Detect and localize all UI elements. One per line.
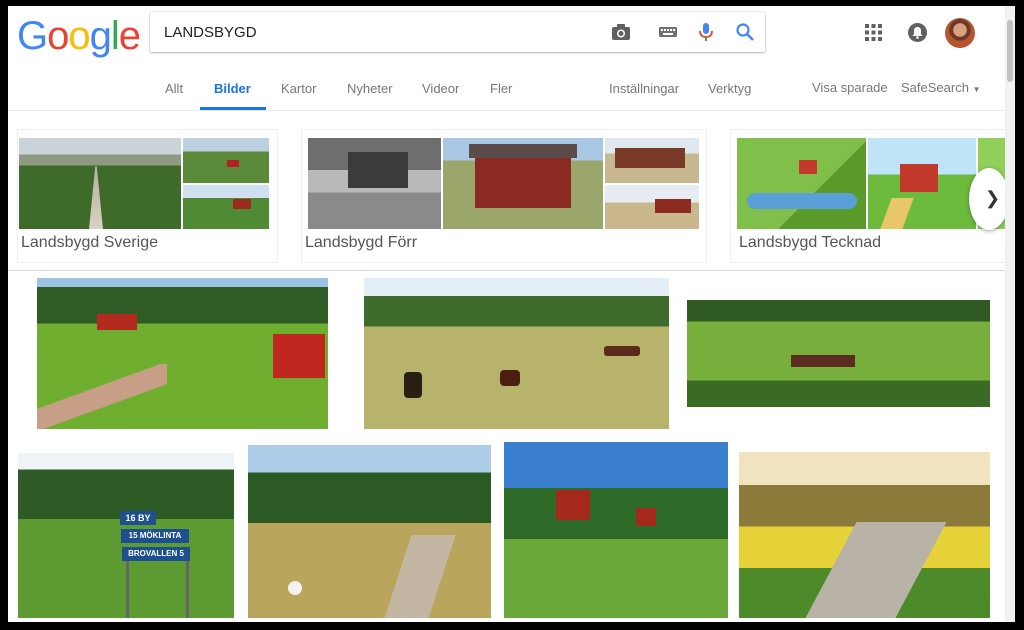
logo-letter: l xyxy=(110,14,120,58)
suggestion-card[interactable]: Landsbygd Sverige xyxy=(18,130,277,262)
tab-images[interactable]: Bilder xyxy=(214,81,251,96)
red-house xyxy=(475,152,571,208)
logo-letter: g xyxy=(89,14,112,58)
divider xyxy=(8,270,1005,271)
search-nav: Allt Bilder Kartor Nyheter Videor Fler I… xyxy=(8,70,1005,111)
image-result[interactable] xyxy=(248,445,491,618)
image-result[interactable] xyxy=(364,278,669,429)
search-icon[interactable] xyxy=(735,22,755,42)
mic-icon[interactable] xyxy=(696,22,716,42)
settings-link[interactable]: Inställningar xyxy=(609,81,679,96)
tab-more[interactable]: Fler xyxy=(490,81,512,96)
suggestion-image xyxy=(19,138,181,229)
next-suggestions-button[interactable]: ❯ xyxy=(969,168,1009,230)
logo-letter: o xyxy=(68,14,90,58)
image-result[interactable] xyxy=(687,300,990,407)
suggestion-image xyxy=(868,138,976,229)
horse-shape xyxy=(604,346,640,356)
barn-shape xyxy=(900,164,938,192)
logo-letter: G xyxy=(17,14,48,58)
red-house xyxy=(233,199,251,209)
chevron-down-icon: ▼ xyxy=(972,85,981,94)
road-sign: 16 BY xyxy=(120,511,156,525)
red-house xyxy=(636,508,656,526)
saved-link[interactable]: Visa sparade xyxy=(812,80,888,95)
suggestion-image xyxy=(183,185,269,229)
notifications-icon[interactable] xyxy=(908,23,927,42)
suggestion-image xyxy=(443,138,603,229)
suggestion-image xyxy=(737,138,866,229)
sign-post xyxy=(186,561,189,618)
road-shape xyxy=(805,522,947,618)
roof-shape xyxy=(469,144,577,158)
road-shape xyxy=(384,535,456,618)
suggestion-image xyxy=(308,138,441,229)
red-house xyxy=(655,199,691,213)
red-house xyxy=(273,334,325,378)
apps-grid-icon[interactable] xyxy=(865,24,882,41)
barn-shape xyxy=(348,152,408,188)
tab-all[interactable]: Allt xyxy=(165,81,183,96)
tools-link[interactable]: Verktyg xyxy=(708,81,751,96)
safesearch-dropdown[interactable]: SafeSearch ▼ xyxy=(901,80,980,95)
suggestion-image xyxy=(183,138,269,183)
barn-shape xyxy=(791,355,855,367)
suggestion-image xyxy=(605,138,699,183)
avatar[interactable] xyxy=(945,18,975,48)
road-shape xyxy=(89,166,103,229)
image-result[interactable] xyxy=(37,278,328,429)
road-sign: 15 MÖKLINTA xyxy=(121,529,189,543)
path-shape xyxy=(880,198,914,229)
image-result[interactable]: 16 BY 15 MÖKLINTA BROVALLEN 5 xyxy=(18,453,234,618)
google-logo[interactable]: Google xyxy=(17,14,141,59)
search-input[interactable]: LANDSBYGD xyxy=(164,24,257,41)
suggestion-image xyxy=(605,185,699,229)
camera-icon[interactable] xyxy=(611,22,631,42)
logo-letter: o xyxy=(47,14,69,58)
sign-post xyxy=(126,561,129,618)
scrollbar-thumb[interactable] xyxy=(1007,20,1013,82)
road-sign: BROVALLEN 5 xyxy=(122,547,190,561)
hay-bale xyxy=(288,581,302,595)
browser-page: Google LANDSBYGD Allt Bilder Kartor Nyhe… xyxy=(8,6,1015,622)
red-house xyxy=(556,490,590,520)
tab-maps[interactable]: Kartor xyxy=(281,81,316,96)
tab-videos[interactable]: Videor xyxy=(422,81,459,96)
image-result[interactable] xyxy=(739,452,990,618)
red-house xyxy=(227,160,239,167)
horse-shape xyxy=(500,370,520,386)
road-shape xyxy=(37,364,167,429)
barn-shape xyxy=(799,160,817,174)
river-shape xyxy=(747,193,857,209)
search-box[interactable]: LANDSBYGD xyxy=(150,12,765,52)
scrollbar[interactable] xyxy=(1005,6,1015,622)
safesearch-label: SafeSearch xyxy=(901,80,969,95)
horse-shape xyxy=(404,372,422,398)
red-house xyxy=(615,148,685,168)
suggestion-label: Landsbygd Förr xyxy=(305,234,418,251)
suggestion-label: Landsbygd Sverige xyxy=(21,234,158,251)
chevron-right-icon: ❯ xyxy=(985,188,1001,208)
image-result[interactable] xyxy=(504,442,728,618)
tab-news[interactable]: Nyheter xyxy=(347,81,393,96)
suggestion-card[interactable]: Landsbygd Förr xyxy=(302,130,706,262)
active-tab-indicator xyxy=(200,107,266,110)
suggestion-card[interactable]: Landsbygd Tecknad xyxy=(731,130,1005,262)
keyboard-icon[interactable] xyxy=(658,22,678,42)
suggestion-label: Landsbygd Tecknad xyxy=(739,234,882,251)
logo-letter: e xyxy=(118,14,141,58)
red-house xyxy=(97,314,137,330)
